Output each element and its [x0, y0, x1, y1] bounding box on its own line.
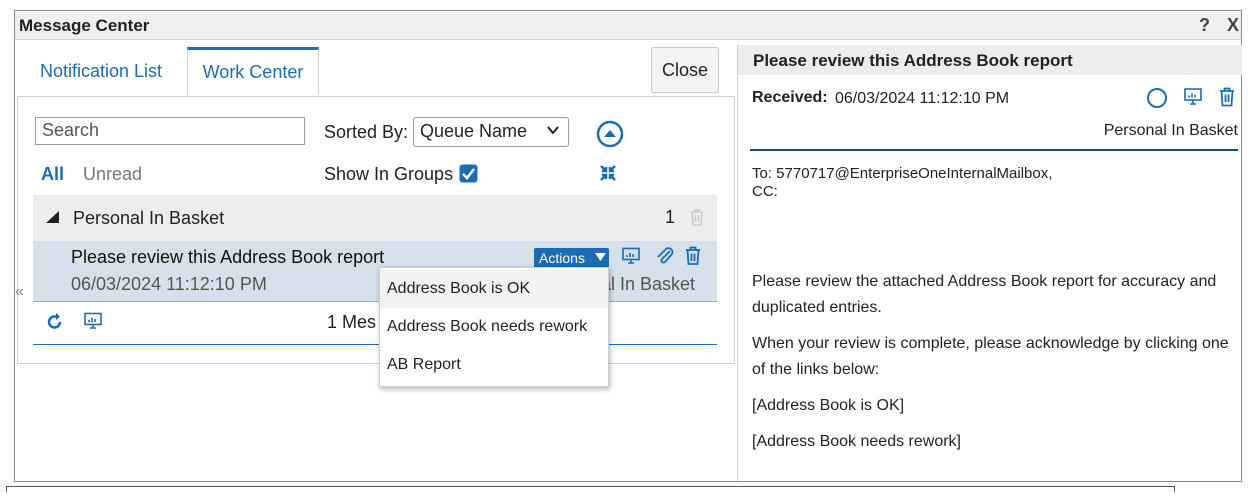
chevron-down-icon — [546, 123, 560, 137]
menu-item-address-book-ok[interactable]: Address Book is OK — [380, 270, 608, 308]
paperclip-icon[interactable] — [655, 246, 675, 266]
help-button[interactable]: ? — [1199, 15, 1210, 36]
menu-item-address-book-rework[interactable]: Address Book needs rework — [380, 308, 608, 346]
list-footer: 1 Mes — [33, 301, 717, 345]
triangle-down-icon[interactable] — [45, 210, 61, 224]
tab-work-center[interactable]: Work Center — [187, 47, 319, 95]
to-line: To: 5770717@EnterpriseOneInternalMailbox… — [752, 165, 1053, 182]
tab-bar: Notification List Work Center — [15, 45, 735, 97]
sort-select[interactable]: Queue Name — [413, 117, 569, 147]
trash-icon[interactable] — [1219, 87, 1235, 107]
circle-icon[interactable] — [1146, 87, 1168, 109]
message-row[interactable]: Please review this Address Book report 0… — [33, 241, 717, 301]
message-center-window: Message Center ? X Notification List Wor… — [14, 10, 1242, 482]
message-body: Please review the attached Address Book … — [752, 269, 1232, 465]
tab-notification-list[interactable]: Notification List — [15, 47, 187, 95]
close-button[interactable]: Close — [651, 47, 719, 93]
caret-down-icon — [595, 252, 606, 262]
scroll-top-icon[interactable] — [596, 120, 624, 148]
divider — [750, 149, 1238, 151]
refresh-icon[interactable] — [45, 312, 65, 332]
show-in-groups-label: Show In Groups — [324, 164, 454, 184]
message-detail-pane: Please review this Address Book report R… — [737, 45, 1242, 481]
filter-unread[interactable]: Unread — [83, 164, 142, 185]
link-address-book-rework[interactable]: [Address Book needs rework] — [752, 429, 1232, 455]
expand-left-icon[interactable]: « — [15, 283, 24, 301]
window-title: Message Center — [19, 16, 150, 35]
close-window-button[interactable]: X — [1227, 15, 1239, 36]
actions-label: Actions — [539, 250, 585, 266]
trash-icon — [689, 208, 705, 226]
group-count: 1 — [665, 207, 676, 227]
monitor-icon[interactable] — [1183, 87, 1203, 107]
message-date: 06/03/2024 11:12:10 PM — [71, 274, 267, 294]
body-paragraph: When your review is complete, please ack… — [752, 335, 1229, 378]
title-bar: Message Center ? X — [15, 11, 1241, 40]
received-label: Received: — [752, 89, 828, 106]
body-paragraph: Please review the attached Address Book … — [752, 273, 1217, 316]
trash-icon[interactable] — [685, 246, 701, 265]
collapse-icon[interactable] — [598, 163, 618, 183]
sort-select-value: Queue Name — [420, 121, 528, 141]
monitor-icon[interactable] — [83, 312, 103, 330]
recipients: To: 5770717@EnterpriseOneInternalMailbox… — [752, 165, 1232, 201]
actions-menu: Address Book is OK Address Book needs re… — [379, 267, 609, 387]
detail-header: Please review this Address Book report — [738, 45, 1242, 75]
filter-all[interactable]: All — [41, 164, 64, 185]
message-basket: al In Basket — [601, 274, 696, 294]
message-count: 1 Mes — [327, 312, 377, 332]
bottom-divider — [6, 486, 1174, 487]
actions-button[interactable]: Actions — [534, 248, 609, 268]
sorted-by-label: Sorted By: — [324, 122, 409, 142]
received-value: 06/03/2024 11:12:10 PM — [835, 90, 1010, 107]
bottom-divider-tick — [6, 486, 7, 492]
detail-subject: Please review this Address Book report — [753, 51, 1073, 70]
group-name: Personal In Basket — [73, 208, 225, 228]
bottom-divider-tick — [1174, 486, 1175, 492]
checkbox-icon[interactable] — [459, 164, 478, 183]
detail-basket: Personal In Basket — [1103, 122, 1238, 139]
cc-line: CC: — [752, 183, 778, 200]
group-header[interactable]: Personal In Basket 1 — [33, 195, 717, 241]
monitor-icon[interactable] — [621, 247, 641, 265]
link-address-book-ok[interactable]: [Address Book is OK] — [752, 393, 1232, 419]
search-input[interactable]: Search — [35, 117, 305, 145]
message-subject: Please review this Address Book report — [71, 247, 385, 267]
menu-item-ab-report[interactable]: AB Report — [380, 346, 608, 384]
